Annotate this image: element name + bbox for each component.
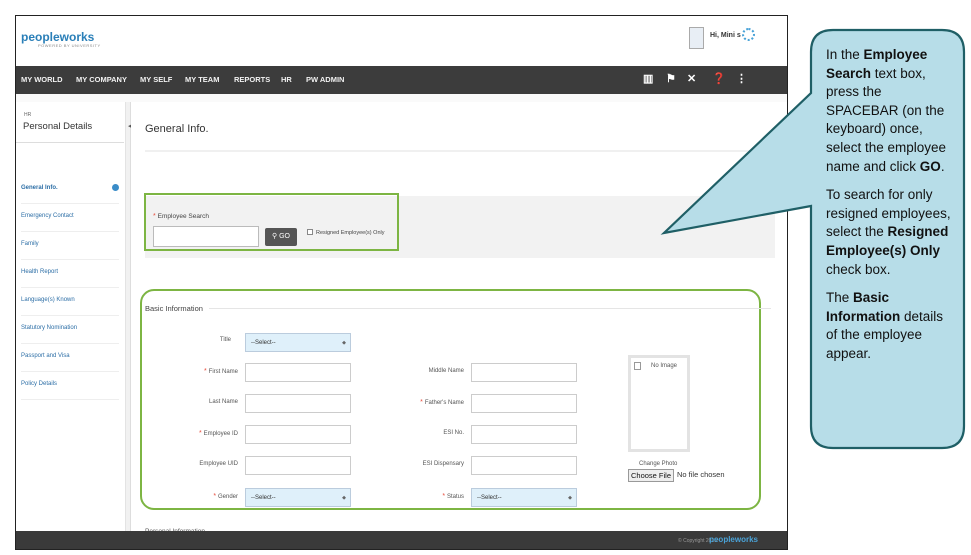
status-select[interactable]: --Select-- ◆ (471, 488, 577, 507)
content-area: HR Personal Details General Info. Emerge… (16, 94, 787, 535)
sidebar-item-label: Passport and Visa (21, 353, 70, 359)
basic-info-divider (209, 308, 771, 309)
tools-icon[interactable]: ✕ (687, 72, 696, 85)
callout-text: In the Employee Search text box, press t… (826, 46, 952, 374)
main-nav: MY WORLD MY COMPANY MY SELF MY TEAM REPO… (16, 66, 787, 94)
book-icon[interactable]: ▥ (643, 72, 653, 85)
sidebar-heading: Personal Details (23, 121, 93, 132)
nav-my-self[interactable]: MY SELF (140, 75, 172, 84)
sidebar-item-label: Family (21, 241, 39, 247)
share-icon[interactable]: ⋮ (736, 72, 747, 85)
callout-paragraph-3: The Basic Information details of the emp… (826, 290, 944, 361)
resigned-only-label[interactable]: Resigned Employee(s) Only (316, 230, 384, 236)
basic-info-heading: Basic Information (145, 304, 203, 313)
no-image-text: No Image (651, 363, 678, 369)
arrow-circle-icon (112, 184, 119, 191)
select-arrow-icon: ◆ (342, 495, 346, 501)
sidebar-item-policy-details[interactable]: Policy Details (21, 372, 119, 400)
middle-name-field[interactable] (471, 363, 577, 382)
select-arrow-icon: ◆ (568, 495, 572, 501)
breadcrumb: HR (24, 112, 32, 118)
nav-my-company[interactable]: MY COMPANY (76, 75, 127, 84)
sidebar-item-languages-known[interactable]: Language(s) Known (21, 288, 119, 316)
sidebar: HR Personal Details General Info. Emerge… (16, 102, 126, 531)
sidebar-item-general-info[interactable]: General Info. (21, 176, 119, 204)
choose-file-button[interactable]: Choose File (628, 469, 674, 482)
esi-no-label: ESI No. (443, 430, 464, 436)
last-name-label: Last Name (208, 399, 238, 405)
sidebar-item-label: General Info. (21, 185, 58, 191)
employee-id-label: * Employee ID (198, 430, 238, 437)
no-file-text: No file chosen (677, 470, 725, 479)
employee-uid-label: Employee UID (199, 461, 238, 467)
sidebar-item-label: Policy Details (21, 381, 58, 387)
last-name-field[interactable] (245, 394, 351, 413)
esi-dispensary-field[interactable] (471, 456, 577, 475)
sidebar-item-label: Emergency Contact (21, 213, 74, 219)
sidebar-item-label: Statutory Nomination (21, 325, 78, 331)
help-icon[interactable]: ❓ (712, 72, 726, 85)
page-title: General Info. (145, 123, 209, 135)
flag-icon[interactable]: ⚑ (666, 72, 676, 85)
resigned-only-checkbox[interactable] (307, 229, 313, 235)
sidebar-item-label: Health Report (21, 269, 59, 275)
top-bar: peopleworks POWERED BY UNIVERSITY Hi, Mi… (16, 16, 787, 66)
sidebar-item-emergency-contact[interactable]: Emergency Contact (21, 204, 119, 232)
change-photo-label: Change Photo (639, 461, 678, 467)
title-select[interactable]: --Select-- ◆ (245, 333, 351, 352)
title-label: Title (219, 337, 231, 343)
sidebar-item-label: Language(s) Known (21, 297, 75, 303)
gear-icon[interactable] (742, 28, 755, 41)
employee-search-input[interactable] (153, 226, 259, 247)
broken-image-icon (634, 362, 641, 370)
employee-id-field[interactable] (245, 425, 351, 444)
nav-pw-admin[interactable]: PW ADMIN (306, 75, 344, 84)
status-label: * Status (442, 493, 464, 500)
nav-my-team[interactable]: MY TEAM (185, 75, 219, 84)
fathers-name-field[interactable] (471, 394, 577, 413)
sidebar-divider (16, 142, 124, 143)
first-name-label: * First Name (203, 368, 238, 375)
avatar[interactable] (689, 27, 704, 49)
esi-dispensary-label: ESI Dispensary (422, 461, 464, 467)
employee-search-label: * Employee Search (153, 213, 209, 220)
middle-name-label: Middle Name (428, 368, 464, 374)
callout-paragraph-1: In the Employee Search text box, press t… (826, 47, 947, 174)
title-divider (145, 150, 773, 152)
gender-select[interactable]: --Select-- ◆ (245, 488, 351, 507)
callout-paragraph-2: To search for only resigned employees, s… (826, 187, 951, 277)
main-panel: General Info. * Employee Search ⚲ GO Res… (131, 102, 787, 535)
user-greeting[interactable]: Hi, Mini s (710, 32, 741, 39)
nav-hr[interactable]: HR (281, 75, 292, 84)
brand-logo[interactable]: peopleworks (21, 30, 94, 44)
first-name-field[interactable] (245, 363, 351, 382)
footer-logo: peopleworks (709, 535, 758, 544)
sidebar-item-passport-and-visa[interactable]: Passport and Visa (21, 344, 119, 372)
footer: © Copyright 2015 peopleworks (16, 531, 787, 549)
sidebar-item-health-report[interactable]: Health Report (21, 260, 119, 288)
nav-reports[interactable]: REPORTS (234, 75, 270, 84)
sidebar-item-statutory-nomination[interactable]: Statutory Nomination (21, 316, 119, 344)
app-window: peopleworks POWERED BY UNIVERSITY Hi, Mi… (15, 15, 788, 550)
select-arrow-icon: ◆ (342, 340, 346, 346)
gender-label: * Gender (213, 493, 238, 500)
employee-uid-field[interactable] (245, 456, 351, 475)
fathers-name-label: * Father's Name (420, 399, 464, 406)
sidebar-item-family[interactable]: Family (21, 232, 119, 260)
esi-no-field[interactable] (471, 425, 577, 444)
go-button[interactable]: ⚲ GO (265, 228, 297, 246)
brand-logo-subtitle: POWERED BY UNIVERSITY (38, 43, 101, 48)
nav-my-world[interactable]: MY WORLD (21, 75, 63, 84)
